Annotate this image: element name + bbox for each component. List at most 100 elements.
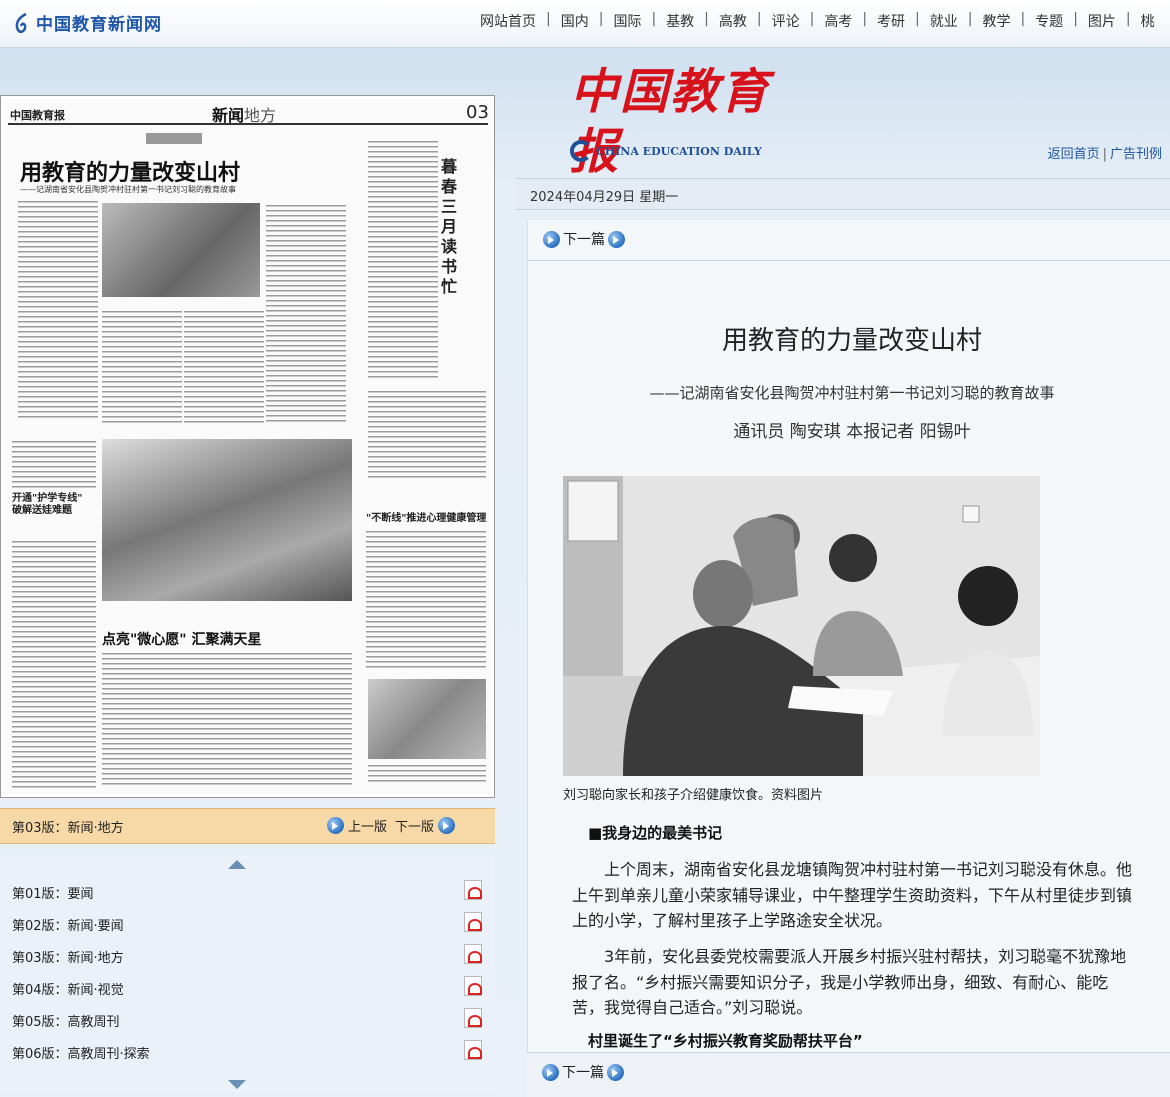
masthead-title: 中国教育报: [570, 64, 771, 180]
scroll-down-arrow-icon[interactable]: [228, 1080, 246, 1089]
paper-headline-3[interactable]: "不断线"推进心理健康管理: [366, 509, 486, 524]
nav-item-commentary[interactable]: 评论: [762, 11, 810, 31]
edition-item-05[interactable]: 第05版：高教周刊: [12, 1008, 482, 1032]
paper-headline-4[interactable]: 点亮"微心愿" 汇聚满天星: [102, 629, 261, 649]
next-edition-link[interactable]: 下一版: [395, 816, 434, 835]
edition-name: 新闻·视觉: [67, 983, 124, 998]
edition-item-label: 第03版：新闻·地方: [12, 947, 124, 966]
globe-arrow-icon: [438, 817, 455, 834]
nav-item-higher-education[interactable]: 高教: [709, 11, 757, 31]
edition-item-label: 第05版：高教周刊: [12, 1011, 120, 1030]
masthead-en: CHINA EDUCATION DAILY: [570, 140, 762, 162]
paper-side-title[interactable]: 暮春三月读书忙: [441, 157, 461, 297]
nav-item-teaching[interactable]: 教学: [972, 11, 1020, 31]
scroll-up-arrow-icon[interactable]: [228, 860, 246, 869]
edition-item-03[interactable]: 第03版：新闻·地方: [12, 944, 482, 968]
next-article-link-bottom[interactable]: 下一篇: [562, 1062, 604, 1082]
nav-item-topics[interactable]: 专题: [1025, 11, 1073, 31]
current-edition-name: 新闻·地方: [67, 821, 124, 836]
site-logo-text: 中国教育新闻网: [36, 15, 162, 35]
next-article-link[interactable]: 下一篇: [563, 229, 605, 249]
nav-item-employment[interactable]: 就业: [920, 11, 968, 31]
prev-edition-link[interactable]: 上一版: [348, 816, 387, 835]
home-link[interactable]: 返回首页: [1048, 147, 1100, 162]
nav-item-kaoyan[interactable]: 考研: [867, 11, 915, 31]
edition-item-02[interactable]: 第02版：新闻·要闻: [12, 912, 482, 936]
paper-headline-2[interactable]: 开通"护学专线" 破解送娃难题: [12, 493, 92, 517]
link-separator: |: [1102, 147, 1107, 162]
pdf-icon[interactable]: [464, 1008, 482, 1028]
newspaper-page-image[interactable]: 中国教育报 新闻地方 03 用教育的力量改变山村 ——记湖南省安化县陶贺冲村驻村…: [0, 95, 495, 798]
edition-item-01[interactable]: 第01版：要闻: [12, 880, 482, 904]
site-logo[interactable]: 中国教育新闻网: [12, 10, 162, 35]
edition-name: 高教周刊: [67, 1015, 120, 1030]
issue-date: 2024年04月29日 星期一: [530, 190, 679, 205]
masthead-c-logo-icon: [570, 140, 592, 162]
globe-arrow-icon[interactable]: [607, 1063, 624, 1081]
paper-text-block: [266, 203, 346, 423]
pdf-icon[interactable]: [464, 944, 482, 964]
nav-item-domestic[interactable]: 国内: [551, 11, 599, 31]
nav-item-pictures[interactable]: 图片: [1078, 11, 1126, 31]
newspaper-page: 中国教育报 新闻地方 03 用教育的力量改变山村 ——记湖南省安化县陶贺冲村驻村…: [4, 99, 491, 794]
edition-item-06[interactable]: 第06版：高教周刊·探索: [12, 1040, 482, 1064]
article-nav-top: 下一篇: [540, 229, 628, 249]
nav-item-basic-education[interactable]: 基教: [656, 11, 704, 31]
article-section-heading-2: 村里诞生了“乡村振兴教育奖励帮扶平台”: [588, 1032, 863, 1050]
paper-photo-3[interactable]: [368, 679, 486, 759]
divider: [528, 260, 1170, 261]
paper-subhead: ——记湖南省安化县陶贺冲村驻村第一书记刘习聪的教育故事: [20, 185, 236, 194]
article-nav-bottom-bar: 下一篇: [527, 1052, 1170, 1097]
paper-text-block: [102, 309, 182, 424]
main-nav: 网站首页 | 国内 | 国际 | 基教 | 高教 | 评论 | 高考 | 考研 | 就业 | 教学…: [470, 11, 1165, 31]
paper-photo-1[interactable]: [102, 203, 260, 297]
edition-number: 第04版：: [12, 983, 68, 998]
edition-name: 新闻·地方: [67, 951, 124, 966]
nav-item-home[interactable]: 网站首页: [470, 11, 546, 31]
nav-item-tao[interactable]: 桃: [1131, 11, 1165, 31]
article-photo-illustration: [563, 476, 1040, 776]
paper-text-block: [184, 309, 264, 424]
pdf-icon[interactable]: [464, 1040, 482, 1060]
globe-arrow-icon: [542, 1063, 559, 1081]
paper-text-block: [366, 529, 486, 669]
paper-text-block: [102, 651, 352, 786]
nav-item-international[interactable]: 国际: [603, 11, 651, 31]
pdf-icon[interactable]: [464, 976, 482, 996]
globe-arrow-icon: [543, 230, 560, 248]
site-logo-icon: [15, 12, 27, 33]
article-title: 用教育的力量改变山村: [721, 326, 982, 356]
edition-item-label: 第04版：新闻·视觉: [12, 979, 124, 998]
edition-item-04[interactable]: 第04版：新闻·视觉: [12, 976, 482, 1000]
edition-number: 第02版：: [12, 919, 68, 934]
top-navigation-bar: 中国教育新闻网 网站首页 | 国内 | 国际 | 基教 | 高教 | 评论 | 高考 | 考研…: [0, 0, 1170, 48]
paper-page-number: 03: [466, 102, 489, 123]
masthead: 中国教育报 CHINA EDUCATION DAILY: [570, 62, 800, 180]
pdf-icon[interactable]: [464, 880, 482, 900]
ads-link[interactable]: 广告刊例: [1110, 147, 1162, 162]
paper-kicker: [146, 133, 202, 144]
globe-arrow-icon[interactable]: [608, 230, 625, 248]
paper-photo-2[interactable]: [102, 439, 352, 601]
paper-text-block: [368, 389, 486, 479]
edition-item-label: 第02版：新闻·要闻: [12, 915, 124, 934]
edition-nav: 上一版 下一版: [323, 816, 459, 835]
pdf-icon[interactable]: [464, 912, 482, 932]
edition-name: 新闻·要闻: [67, 919, 124, 934]
edition-name: 高教周刊·探索: [67, 1047, 150, 1062]
article-paragraph-1: 上个周末，湖南省安化县龙塘镇陶贺冲村驻村第一书记刘习聪没有休息。他上午到单亲儿童…: [572, 860, 1133, 930]
globe-arrow-icon: [326, 817, 344, 834]
paper-headline[interactable]: 用教育的力量改变山村: [20, 155, 240, 187]
edition-number: 第01版：: [12, 887, 68, 902]
date-bar: 2024年04月29日 星期一: [516, 178, 1170, 210]
photo-caption: 刘习聪向家长和孩子介绍健康饮食。资料图片: [563, 788, 824, 803]
edition-number: 第06版：: [12, 1047, 68, 1062]
paper-text-block: [368, 763, 486, 783]
edition-number: 第05版：: [12, 1015, 68, 1030]
edition-list: 第01版：要闻 第02版：新闻·要闻 第03版：新闻·地方 第04版：新闻·视觉…: [0, 856, 495, 1092]
paper-text-block: [18, 199, 98, 419]
article-paragraph-2: 3年前，安化县委党校需要派人开展乡村振兴驻村帮扶，刘习聪毫不犹豫地报了名。“乡村…: [572, 947, 1127, 1017]
article-photo[interactable]: [563, 476, 1040, 776]
article-section-heading: ■我身边的最美书记: [588, 824, 723, 842]
nav-item-gaokao[interactable]: 高考: [814, 11, 862, 31]
